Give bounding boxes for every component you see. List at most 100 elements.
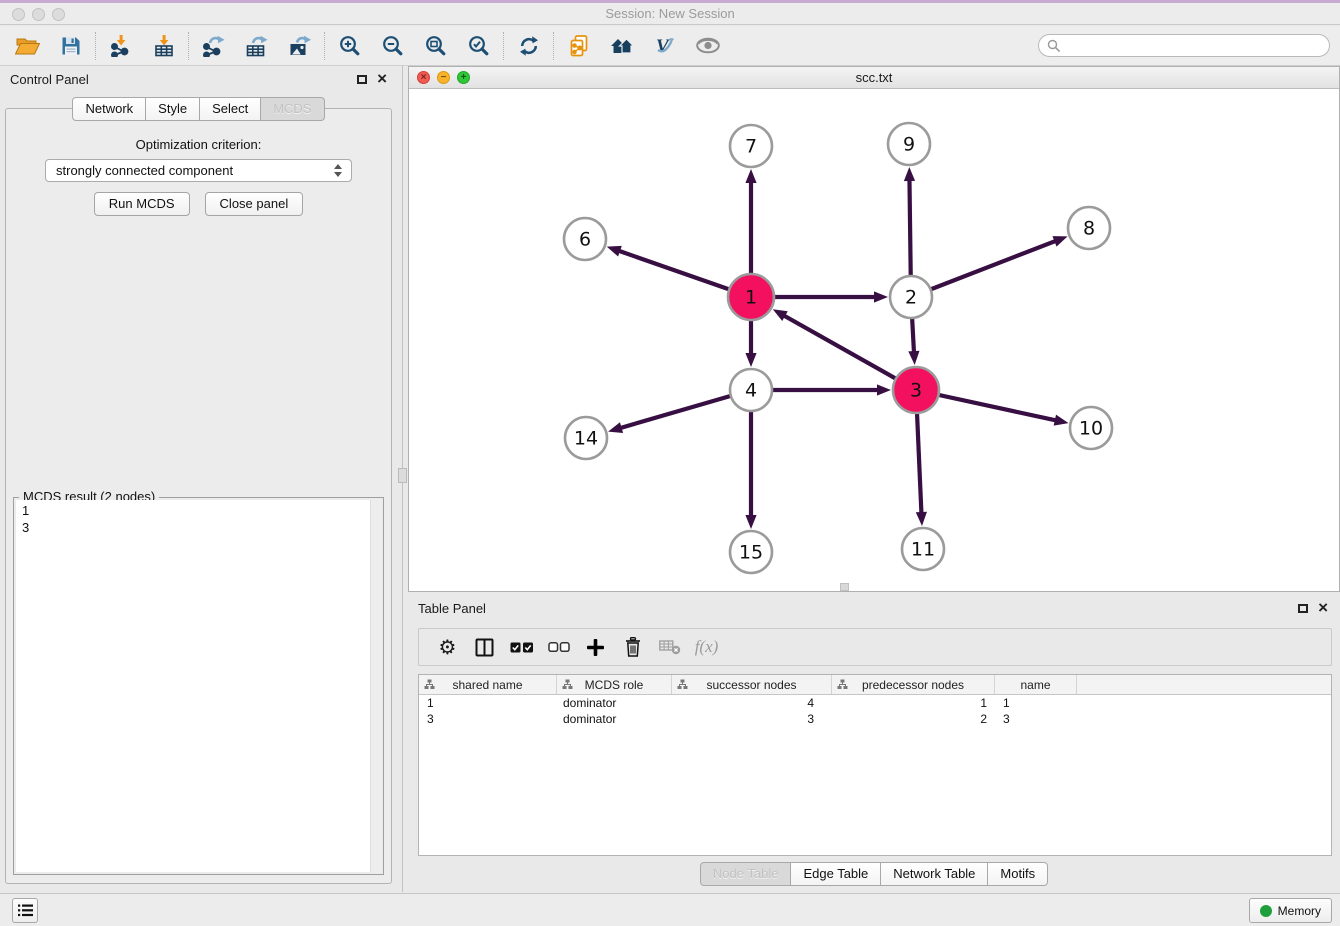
control-panel: Control Panel × NetworkStyleSelectMCDS O…	[0, 66, 397, 892]
table-cell: 1	[832, 695, 995, 711]
search-input[interactable]	[1061, 36, 1329, 55]
zoom-out-button[interactable]	[371, 29, 414, 63]
tab-style[interactable]: Style	[146, 97, 200, 121]
save-session-button[interactable]	[49, 29, 92, 63]
float-panel-icon[interactable]	[1298, 604, 1308, 613]
divider-handle[interactable]	[398, 468, 407, 483]
edge-arrowhead	[745, 353, 756, 367]
network-window-titlebar[interactable]: × − + scc.txt	[409, 67, 1339, 89]
export-network-button[interactable]	[192, 29, 235, 63]
tab-mcds[interactable]: MCDS	[261, 97, 324, 121]
hide-panels-button[interactable]	[686, 29, 729, 63]
import-table-button[interactable]	[142, 29, 185, 63]
edge-arrowhead	[904, 167, 915, 181]
run-mcds-button[interactable]: Run MCDS	[94, 192, 190, 216]
graph-node-1[interactable]: 1	[728, 274, 774, 320]
graph-node-6[interactable]: 6	[564, 218, 606, 260]
graph-node-9[interactable]: 9	[888, 123, 930, 165]
deselect-all-button[interactable]	[540, 642, 577, 652]
column-header-predecessor-nodes[interactable]: predecessor nodes	[832, 675, 995, 694]
column-header-MCDS-role[interactable]: MCDS role	[557, 675, 672, 694]
home-button[interactable]	[600, 29, 643, 63]
tab-node-table[interactable]: Node Table	[700, 862, 792, 886]
clone-network-button[interactable]	[557, 29, 600, 63]
select-all-button[interactable]	[503, 642, 540, 653]
graph-node-11[interactable]: 11	[902, 528, 944, 570]
main-toolbar: V	[0, 26, 1340, 66]
table-body: 1dominator4113dominator323	[419, 695, 1331, 727]
add-column-button[interactable]	[577, 639, 614, 656]
table-cell: 3	[995, 711, 1077, 727]
graph-node-3[interactable]: 3	[893, 367, 939, 413]
export-image-button[interactable]	[278, 29, 321, 63]
result-scrollbar[interactable]	[370, 500, 381, 872]
tab-network[interactable]: Network	[72, 97, 146, 121]
app-titlebar: Session: New Session	[0, 0, 1340, 25]
float-panel-icon[interactable]	[357, 75, 367, 84]
edge-arrowhead	[874, 291, 888, 302]
graph-node-14[interactable]: 14	[565, 417, 607, 459]
table-row[interactable]: 3dominator323	[419, 711, 1331, 727]
zoom-selected-button[interactable]	[457, 29, 500, 63]
edge-arrowhead	[773, 309, 788, 321]
task-history-button[interactable]	[12, 898, 38, 923]
edge-2-8[interactable]	[911, 241, 1056, 297]
svg-text:4: 4	[745, 380, 757, 402]
svg-text:11: 11	[911, 539, 935, 561]
column-visibility-button[interactable]	[466, 638, 503, 657]
toolbar-separator	[95, 32, 96, 60]
table-toolbar: ⚙	[418, 628, 1332, 666]
import-network-button[interactable]	[99, 29, 142, 63]
import-network-icon	[110, 35, 132, 57]
toolbar-separator	[553, 32, 554, 60]
svg-text:6: 6	[579, 229, 591, 251]
memory-status-icon	[1260, 905, 1272, 917]
sort-hierarchy-icon	[424, 679, 435, 690]
panel-divider	[397, 66, 408, 892]
memory-button[interactable]: Memory	[1249, 898, 1332, 923]
column-header-successor-nodes[interactable]: successor nodes	[672, 675, 832, 694]
graph-node-4[interactable]: 4	[730, 369, 772, 411]
tab-select[interactable]: Select	[200, 97, 261, 121]
refresh-button[interactable]	[507, 29, 550, 63]
network-canvas[interactable]: 1 2 3 4 6 7 8 9 10 11 14 15	[409, 89, 1339, 591]
graph-node-10[interactable]: 10	[1070, 407, 1112, 449]
close-panel-button[interactable]: Close panel	[205, 192, 304, 216]
mcds-result-fieldset: MCDS result (2 nodes) 1 3	[13, 497, 384, 875]
close-panel-icon[interactable]: ×	[377, 72, 387, 85]
table-settings-button[interactable]: ⚙	[429, 637, 466, 657]
search-field[interactable]	[1038, 34, 1330, 57]
edge-arrowhead	[608, 422, 623, 433]
open-file-button[interactable]	[6, 29, 49, 63]
edge-arrowhead	[916, 512, 927, 526]
column-header-shared-name[interactable]: shared name	[419, 675, 557, 694]
close-panel-icon[interactable]: ×	[1318, 601, 1328, 614]
export-image-icon	[288, 35, 312, 57]
export-table-button[interactable]	[235, 29, 278, 63]
edge-arrowhead	[908, 351, 919, 365]
vizmapper-button[interactable]: V	[643, 29, 686, 63]
zoom-fit-button[interactable]	[414, 29, 457, 63]
tab-motifs[interactable]: Motifs	[988, 862, 1048, 886]
function-builder-button[interactable]: f(x)	[688, 637, 725, 657]
optimization-criterion-select[interactable]: strongly connected component	[45, 159, 352, 182]
column-header-name[interactable]: name	[995, 675, 1077, 694]
zoom-in-button[interactable]	[328, 29, 371, 63]
node-table: shared nameMCDS rolesuccessor nodes prede…	[418, 674, 1332, 856]
tab-edge-table[interactable]: Edge Table	[791, 862, 881, 886]
table-cell: dominator	[557, 695, 672, 711]
graph-node-7[interactable]: 7	[730, 125, 772, 167]
edge-arrowhead	[745, 515, 756, 529]
delete-button[interactable]	[614, 637, 651, 657]
table-row[interactable]: 1dominator411	[419, 695, 1331, 711]
graph-node-8[interactable]: 8	[1068, 207, 1110, 249]
graph-node-15[interactable]: 15	[730, 531, 772, 573]
column-header-label: predecessor nodes	[862, 678, 964, 692]
function-icon: f(x)	[695, 637, 719, 657]
network-graph[interactable]: 1 2 3 4 6 7 8 9 10 11 14 15	[409, 89, 1339, 591]
canvas-resize-handle[interactable]	[840, 583, 849, 591]
tab-network-table[interactable]: Network Table	[881, 862, 988, 886]
delete-column-button[interactable]	[651, 639, 688, 655]
graph-node-2[interactable]: 2	[890, 276, 932, 318]
mcds-result-text[interactable]: 1 3	[16, 500, 381, 872]
